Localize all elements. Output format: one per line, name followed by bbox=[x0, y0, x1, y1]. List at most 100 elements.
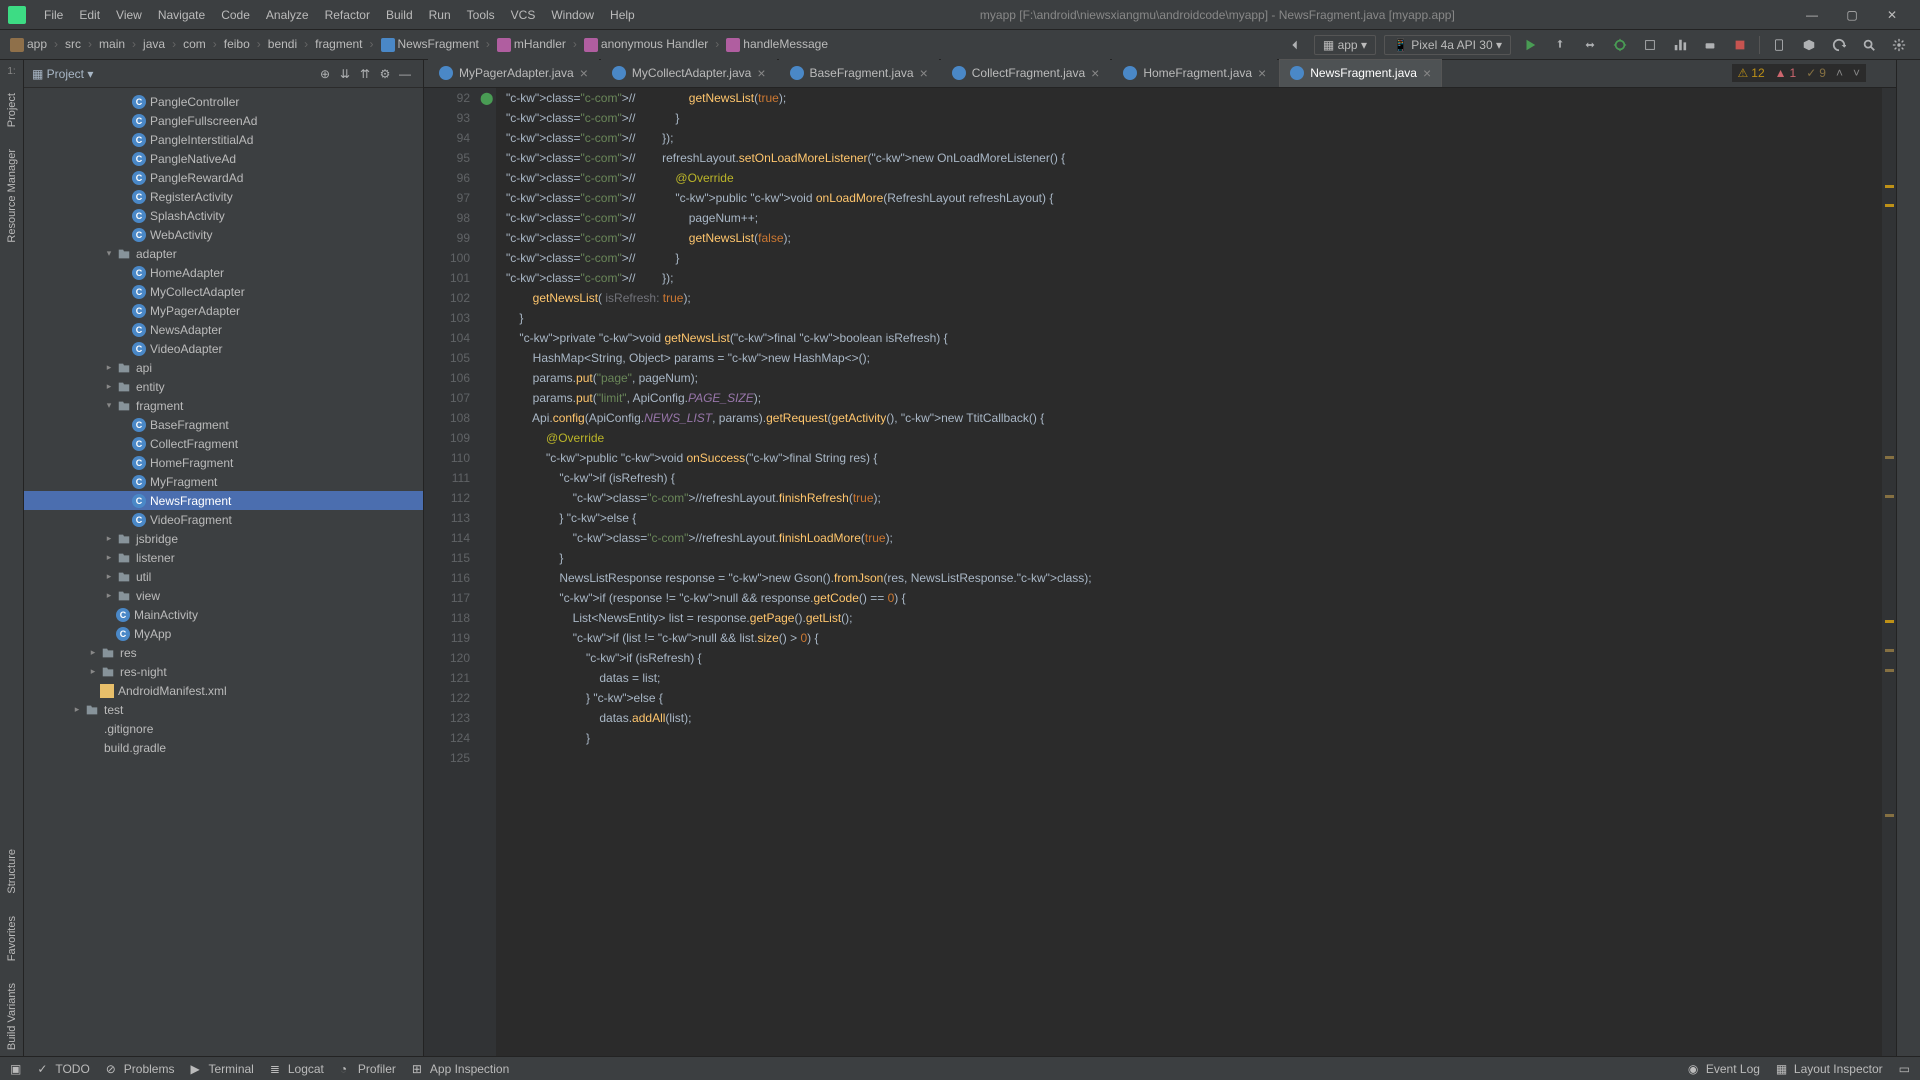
settings-gear-icon[interactable]: ⚙ bbox=[375, 64, 395, 84]
close-tab-icon[interactable]: × bbox=[920, 65, 928, 81]
tree-item-collectfragment[interactable]: CollectFragment bbox=[24, 434, 423, 453]
menu-code[interactable]: Code bbox=[213, 8, 258, 22]
sidetab-build-variants[interactable]: Build Variants bbox=[4, 977, 20, 1056]
apply-code-changes-icon[interactable] bbox=[1579, 34, 1601, 56]
settings-icon[interactable] bbox=[1888, 34, 1910, 56]
breadcrumb-app[interactable]: app bbox=[6, 37, 51, 52]
debug-button[interactable] bbox=[1609, 34, 1631, 56]
menu-window[interactable]: Window bbox=[543, 8, 602, 22]
inspections-up-icon[interactable]: ˄ bbox=[1836, 66, 1843, 80]
tree-item-panglefullscreenad[interactable]: PangleFullscreenAd bbox=[24, 111, 423, 130]
breadcrumb-java[interactable]: java bbox=[139, 37, 169, 51]
tree-item-mycollectadapter[interactable]: MyCollectAdapter bbox=[24, 282, 423, 301]
sidetab-resource-manager[interactable]: Resource Manager bbox=[4, 143, 20, 249]
statusbar-memory-icon[interactable]: ▭ bbox=[1899, 1062, 1910, 1076]
tree-item-fragment[interactable]: ▾fragment bbox=[24, 396, 423, 415]
project-tree[interactable]: PangleControllerPangleFullscreenAdPangle… bbox=[24, 88, 423, 1056]
breadcrumb-fragment[interactable]: fragment bbox=[311, 37, 366, 51]
profile-icon[interactable] bbox=[1669, 34, 1691, 56]
status-todo[interactable]: ✓TODO bbox=[37, 1062, 89, 1076]
tree-item-homefragment[interactable]: HomeFragment bbox=[24, 453, 423, 472]
sidetab-favorites[interactable]: Favorites bbox=[4, 910, 20, 967]
back-icon[interactable] bbox=[1284, 34, 1306, 56]
tree-item-panglecontroller[interactable]: PangleController bbox=[24, 92, 423, 111]
tree-item-mypageradapter[interactable]: MyPagerAdapter bbox=[24, 301, 423, 320]
close-button[interactable]: ✕ bbox=[1872, 8, 1912, 22]
breadcrumb-main[interactable]: main bbox=[95, 37, 129, 51]
status-app-inspection[interactable]: ⊞App Inspection bbox=[412, 1062, 509, 1076]
tree-item-pangleinterstitialad[interactable]: PangleInterstitialAd bbox=[24, 130, 423, 149]
menu-file[interactable]: File bbox=[36, 8, 71, 22]
tree-item-registeractivity[interactable]: RegisterActivity bbox=[24, 187, 423, 206]
inspections-down-icon[interactable]: ˅ bbox=[1853, 66, 1860, 80]
project-dropdown[interactable]: ▦ Project ▾ bbox=[32, 67, 93, 81]
tree-item-newsfragment[interactable]: NewsFragment bbox=[24, 491, 423, 510]
tab-basefragment-java[interactable]: BaseFragment.java× bbox=[779, 59, 939, 87]
tree-item-myapp[interactable]: MyApp bbox=[24, 624, 423, 643]
breadcrumb-mhandler[interactable]: mHandler bbox=[493, 37, 570, 52]
inspections-widget[interactable]: ⚠12 ▲1 ✓9 ˄ ˅ bbox=[1732, 64, 1866, 82]
breadcrumb-bendi[interactable]: bendi bbox=[264, 37, 301, 51]
code-editor[interactable]: "c-kw">class="c-com">// getNewsList(true… bbox=[496, 88, 1882, 1056]
sidetab-structure[interactable]: Structure bbox=[4, 843, 20, 900]
menu-tools[interactable]: Tools bbox=[459, 8, 503, 22]
tree-item-jsbridge[interactable]: ▸jsbridge bbox=[24, 529, 423, 548]
tree-item-view[interactable]: ▸view bbox=[24, 586, 423, 605]
coverage-icon[interactable] bbox=[1639, 34, 1661, 56]
tree-item-webactivity[interactable]: WebActivity bbox=[24, 225, 423, 244]
tree-item-videofragment[interactable]: VideoFragment bbox=[24, 510, 423, 529]
menu-run[interactable]: Run bbox=[421, 8, 459, 22]
tree-item-adapter[interactable]: ▾adapter bbox=[24, 244, 423, 263]
tree-item-api[interactable]: ▸api bbox=[24, 358, 423, 377]
tree-item-listener[interactable]: ▸listener bbox=[24, 548, 423, 567]
status-logcat[interactable]: ≣Logcat bbox=[270, 1062, 324, 1076]
tree-item-res[interactable]: ▸res bbox=[24, 643, 423, 662]
status-event-log[interactable]: ◉Event Log bbox=[1688, 1062, 1760, 1076]
tree-item-mainactivity[interactable]: MainActivity bbox=[24, 605, 423, 624]
tree-item--gitignore[interactable]: .gitignore bbox=[24, 719, 423, 738]
menu-vcs[interactable]: VCS bbox=[503, 8, 544, 22]
attach-debugger-icon[interactable] bbox=[1699, 34, 1721, 56]
tree-item-entity[interactable]: ▸entity bbox=[24, 377, 423, 396]
breadcrumb-handlemessage[interactable]: handleMessage bbox=[722, 37, 832, 52]
expand-all-icon[interactable]: ⇊ bbox=[335, 64, 355, 84]
tab-homefragment-java[interactable]: HomeFragment.java× bbox=[1112, 59, 1277, 87]
close-tab-icon[interactable]: × bbox=[757, 65, 765, 81]
tab-mypageradapter-java[interactable]: MyPagerAdapter.java× bbox=[428, 59, 599, 87]
tree-item-androidmanifest-xml[interactable]: AndroidManifest.xml bbox=[24, 681, 423, 700]
status-profiler[interactable]: ◔Profiler bbox=[340, 1062, 396, 1076]
search-everywhere-icon[interactable] bbox=[1858, 34, 1880, 56]
avd-manager-icon[interactable] bbox=[1768, 34, 1790, 56]
breadcrumb-src[interactable]: src bbox=[61, 37, 85, 51]
breadcrumb-anonymous-handler[interactable]: anonymous Handler bbox=[580, 37, 712, 52]
run-button[interactable] bbox=[1519, 34, 1541, 56]
close-tab-icon[interactable]: × bbox=[1423, 65, 1431, 81]
sidetab-project[interactable]: Project bbox=[4, 87, 20, 133]
tree-item-splashactivity[interactable]: SplashActivity bbox=[24, 206, 423, 225]
tree-item-basefragment[interactable]: BaseFragment bbox=[24, 415, 423, 434]
tree-item-videoadapter[interactable]: VideoAdapter bbox=[24, 339, 423, 358]
sync-gradle-icon[interactable] bbox=[1828, 34, 1850, 56]
tab-mycollectadapter-java[interactable]: MyCollectAdapter.java× bbox=[601, 59, 777, 87]
scroll-from-source-icon[interactable]: ⊕ bbox=[315, 64, 335, 84]
breadcrumb-newsfragment[interactable]: NewsFragment bbox=[377, 37, 483, 52]
tree-item-build-gradle[interactable]: build.gradle bbox=[24, 738, 423, 757]
collapse-all-icon[interactable]: ⇈ bbox=[355, 64, 375, 84]
gutter-icons[interactable]: ⬤ bbox=[480, 88, 496, 1056]
tree-item-homeadapter[interactable]: HomeAdapter bbox=[24, 263, 423, 282]
sdk-manager-icon[interactable] bbox=[1798, 34, 1820, 56]
menu-navigate[interactable]: Navigate bbox=[150, 8, 213, 22]
tree-item-myfragment[interactable]: MyFragment bbox=[24, 472, 423, 491]
tree-item-test[interactable]: ▸test bbox=[24, 700, 423, 719]
minimize-button[interactable]: — bbox=[1792, 8, 1832, 22]
menu-view[interactable]: View bbox=[108, 8, 150, 22]
tree-item-panglenativead[interactable]: PangleNativeAd bbox=[24, 149, 423, 168]
menu-build[interactable]: Build bbox=[378, 8, 421, 22]
status-problems[interactable]: ⊘Problems bbox=[106, 1062, 175, 1076]
menu-refactor[interactable]: Refactor bbox=[317, 8, 378, 22]
close-tab-icon[interactable]: × bbox=[1091, 65, 1099, 81]
status-layout-inspector[interactable]: ▦Layout Inspector bbox=[1776, 1062, 1883, 1076]
run-config-selector[interactable]: ▦ app ▾ bbox=[1314, 35, 1376, 55]
tab-collectfragment-java[interactable]: CollectFragment.java× bbox=[941, 59, 1111, 87]
menu-analyze[interactable]: Analyze bbox=[258, 8, 317, 22]
